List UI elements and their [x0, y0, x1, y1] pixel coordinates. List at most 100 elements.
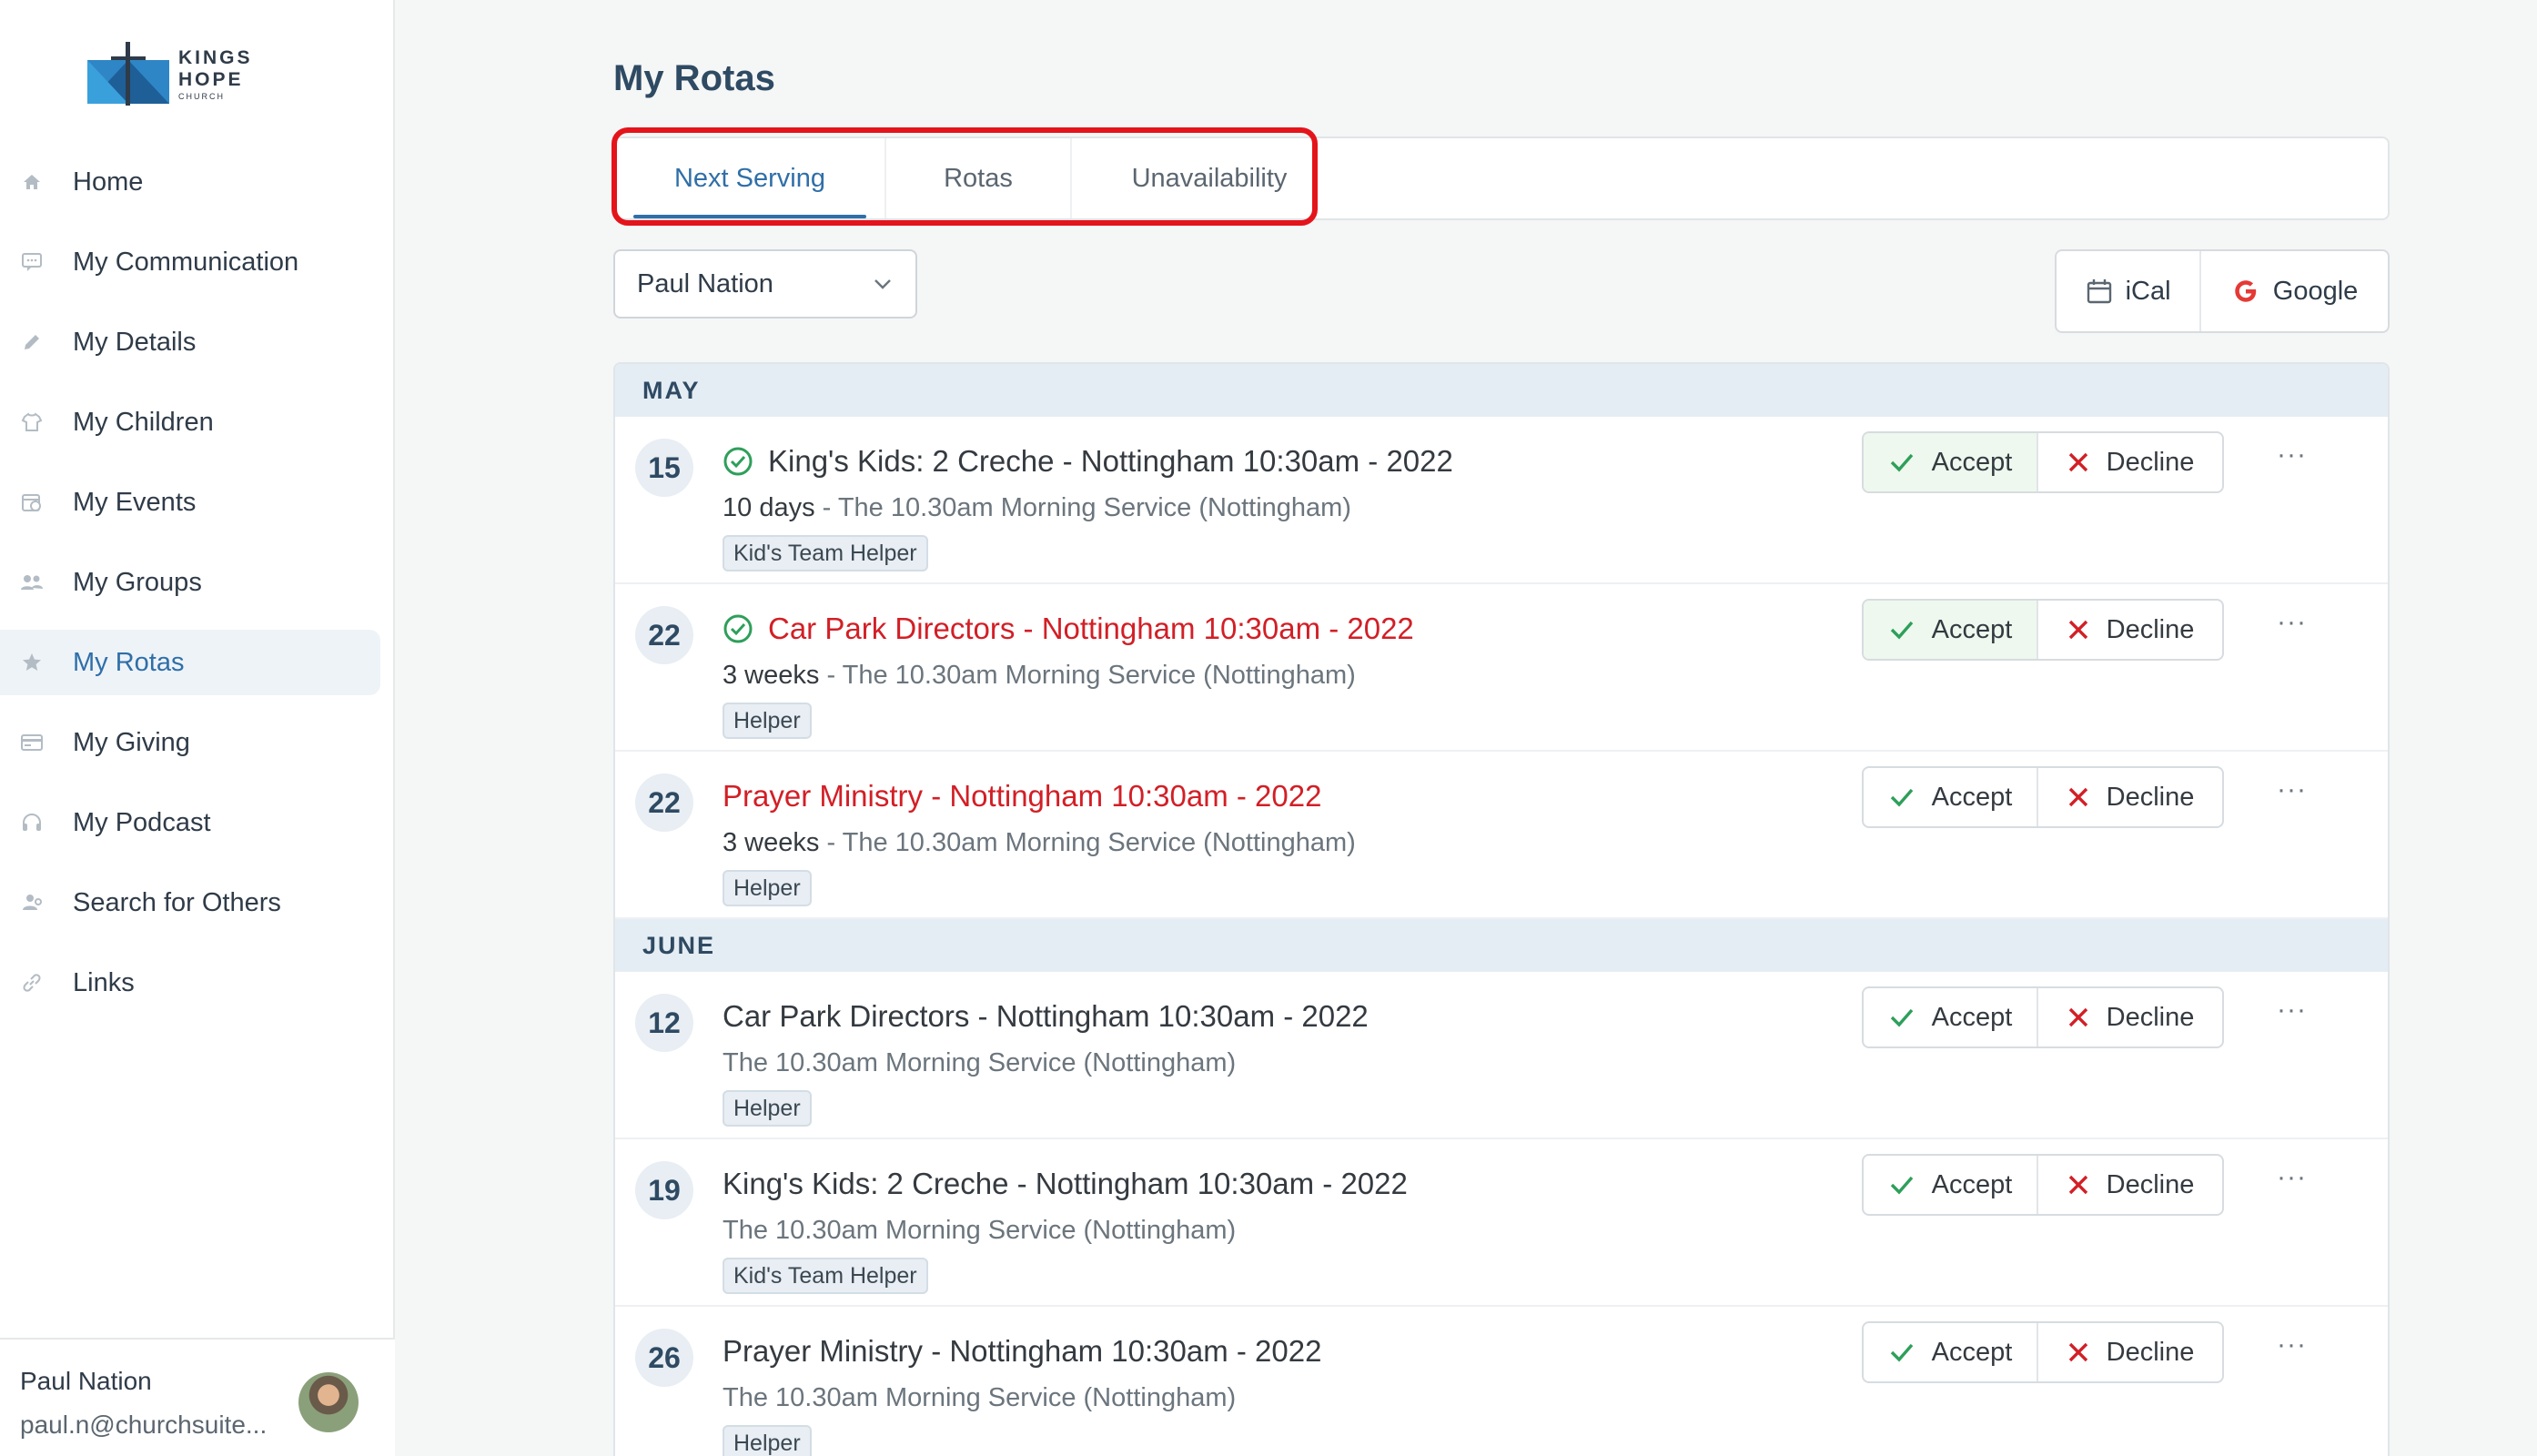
sidebar-item-links[interactable]: Links — [0, 950, 380, 1016]
accepted-check-icon — [723, 614, 753, 643]
logo-subtitle: CHURCH — [178, 91, 225, 101]
person-search-icon — [18, 889, 45, 916]
sidebar-item-label: Links — [73, 967, 135, 997]
sidebar-item-my-events[interactable]: My Events — [0, 470, 380, 535]
decline-button[interactable]: Decline — [2038, 433, 2222, 491]
accept-decline-group: Accept Decline — [1862, 766, 2224, 828]
decline-button[interactable]: Decline — [2038, 1156, 2222, 1214]
star-icon — [18, 649, 45, 676]
sidebar-item-my-groups[interactable]: My Groups — [0, 550, 380, 615]
decline-button[interactable]: Decline — [2038, 988, 2222, 1046]
tabs-highlight-box — [612, 127, 1318, 226]
rota-subtitle: 3 weeks - The 10.30am Morning Service (N… — [723, 661, 1356, 691]
rota-list: MAY 15 King's Kids: 2 Creche - Nottingham … — [613, 362, 2390, 1456]
accept-decline-group: Accept Decline — [1862, 431, 2224, 493]
calendar-clock-icon — [18, 489, 45, 516]
decline-button[interactable]: Decline — [2038, 768, 2222, 826]
sidebar-item-my-podcast[interactable]: My Podcast — [0, 790, 380, 855]
shirt-icon — [18, 409, 45, 436]
close-icon — [2068, 452, 2087, 472]
accept-label: Accept — [1931, 1002, 2013, 1032]
sidebar-item-my-children[interactable]: My Children — [0, 389, 380, 455]
check-icon — [1890, 621, 1913, 640]
service-name: The 10.30am Morning Service (Nottingham) — [723, 1048, 1237, 1077]
role-badge: Helper — [723, 1090, 812, 1127]
decline-label: Decline — [2106, 1337, 2195, 1367]
service-name: The 10.30am Morning Service (Nottingham) — [842, 828, 1356, 857]
accept-button[interactable]: Accept — [1864, 1323, 2038, 1381]
ical-button[interactable]: iCal — [2057, 251, 2202, 331]
separator: - — [819, 661, 843, 690]
card-icon — [18, 729, 45, 756]
date-badge: 22 — [635, 774, 693, 832]
month-header: JUNE — [615, 919, 2388, 972]
sidebar-item-my-details[interactable]: My Details — [0, 309, 380, 375]
sidebar-item-my-communication[interactable]: My Communication — [0, 229, 380, 295]
user-email: paul.n@churchsuite... — [20, 1410, 268, 1439]
rota-row: 15 King's Kids: 2 Creche - Nottingham 10:… — [615, 417, 2388, 584]
sidebar-item-label: My Children — [73, 407, 214, 437]
calendar-export-group: iCal Google — [2055, 249, 2390, 333]
person-select-value: Paul Nation — [637, 268, 773, 298]
decline-label: Decline — [2106, 447, 2195, 477]
rota-title: Prayer Ministry - Nottingham 10:30am - 2… — [723, 1334, 1322, 1368]
rota-row: 26 Prayer Ministry - Nottingham 10:30am -… — [615, 1307, 2388, 1456]
avatar[interactable] — [298, 1372, 359, 1432]
close-icon — [2068, 1342, 2087, 1362]
sidebar-item-search-for-others[interactable]: Search for Others — [0, 870, 380, 935]
more-options-icon[interactable]: ··· — [2277, 1164, 2308, 1191]
role-badge: Kid's Team Helper — [723, 535, 928, 571]
google-label: Google — [2272, 276, 2359, 306]
person-select[interactable]: Paul Nation — [613, 249, 917, 318]
decline-button[interactable]: Decline — [2038, 1323, 2222, 1381]
rota-title: Car Park Directors - Nottingham 10:30am … — [768, 612, 1414, 645]
more-options-icon[interactable]: ··· — [2277, 609, 2308, 636]
rota-title-link[interactable]: King's Kids: 2 Creche - Nottingham 10:30… — [723, 1167, 1408, 1201]
user-card[interactable]: Paul Nation paul.n@churchsuite... — [0, 1338, 395, 1456]
user-name: Paul Nation — [20, 1367, 152, 1395]
accept-label: Accept — [1931, 447, 2013, 477]
home-icon — [18, 168, 45, 196]
service-name: The 10.30am Morning Service (Nottingham) — [723, 1216, 1237, 1245]
more-options-icon[interactable]: ··· — [2277, 441, 2308, 469]
page-title: My Rotas — [613, 58, 775, 98]
google-button[interactable]: Google — [2201, 251, 2388, 331]
google-icon — [2235, 280, 2256, 302]
separator: - — [819, 828, 843, 857]
sidebar-item-home[interactable]: Home — [0, 149, 380, 215]
rota-title-link[interactable]: Prayer Ministry - Nottingham 10:30am - 2… — [723, 779, 1321, 814]
more-options-icon[interactable]: ··· — [2277, 1331, 2308, 1359]
sidebar: KINGS HOPE CHURCH Home My Communication My… — [0, 0, 395, 1456]
rota-title-link[interactable]: Car Park Directors - Nottingham 10:30am … — [723, 999, 1369, 1034]
accept-button[interactable]: Accept — [1864, 601, 2038, 659]
rota-title-link[interactable]: Prayer Ministry - Nottingham 10:30am - 2… — [723, 1334, 1321, 1369]
sidebar-nav: Home My Communication My Details My Childre… — [0, 149, 395, 1030]
chevron-down-icon — [874, 279, 891, 289]
sidebar-item-my-giving[interactable]: My Giving — [0, 710, 380, 775]
calendar-icon — [2087, 279, 2111, 304]
rota-title-link[interactable]: King's Kids: 2 Creche - Nottingham 10:30… — [723, 444, 1453, 479]
accept-label: Accept — [1931, 1169, 2013, 1199]
accept-button[interactable]: Accept — [1864, 988, 2038, 1046]
more-options-icon[interactable]: ··· — [2277, 996, 2308, 1024]
sidebar-item-label: My Rotas — [73, 647, 185, 677]
accept-button[interactable]: Accept — [1864, 1156, 2038, 1214]
more-options-icon[interactable]: ··· — [2277, 776, 2308, 804]
date-badge: 26 — [635, 1329, 693, 1387]
time-until: 3 weeks — [723, 828, 820, 857]
date-badge: 19 — [635, 1161, 693, 1219]
rota-row: 22 Prayer Ministry - Nottingham 10:30am -… — [615, 752, 2388, 919]
rota-subtitle: The 10.30am Morning Service (Nottingham) — [723, 1216, 1236, 1246]
rota-title-link[interactable]: Car Park Directors - Nottingham 10:30am … — [723, 612, 1414, 646]
church-logo[interactable]: KINGS HOPE CHURCH — [84, 40, 302, 107]
rota-title: King's Kids: 2 Creche - Nottingham 10:30… — [768, 444, 1453, 478]
rota-row: 12 Car Park Directors - Nottingham 10:30a… — [615, 972, 2388, 1139]
date-badge: 15 — [635, 439, 693, 497]
accept-decline-group: Accept Decline — [1862, 986, 2224, 1048]
accept-button[interactable]: Accept — [1864, 768, 2038, 826]
accept-label: Accept — [1931, 1337, 2013, 1367]
sidebar-item-my-rotas[interactable]: My Rotas — [0, 630, 380, 695]
decline-button[interactable]: Decline — [2038, 601, 2222, 659]
accept-button[interactable]: Accept — [1864, 433, 2038, 491]
service-name: The 10.30am Morning Service (Nottingham) — [723, 1383, 1237, 1412]
